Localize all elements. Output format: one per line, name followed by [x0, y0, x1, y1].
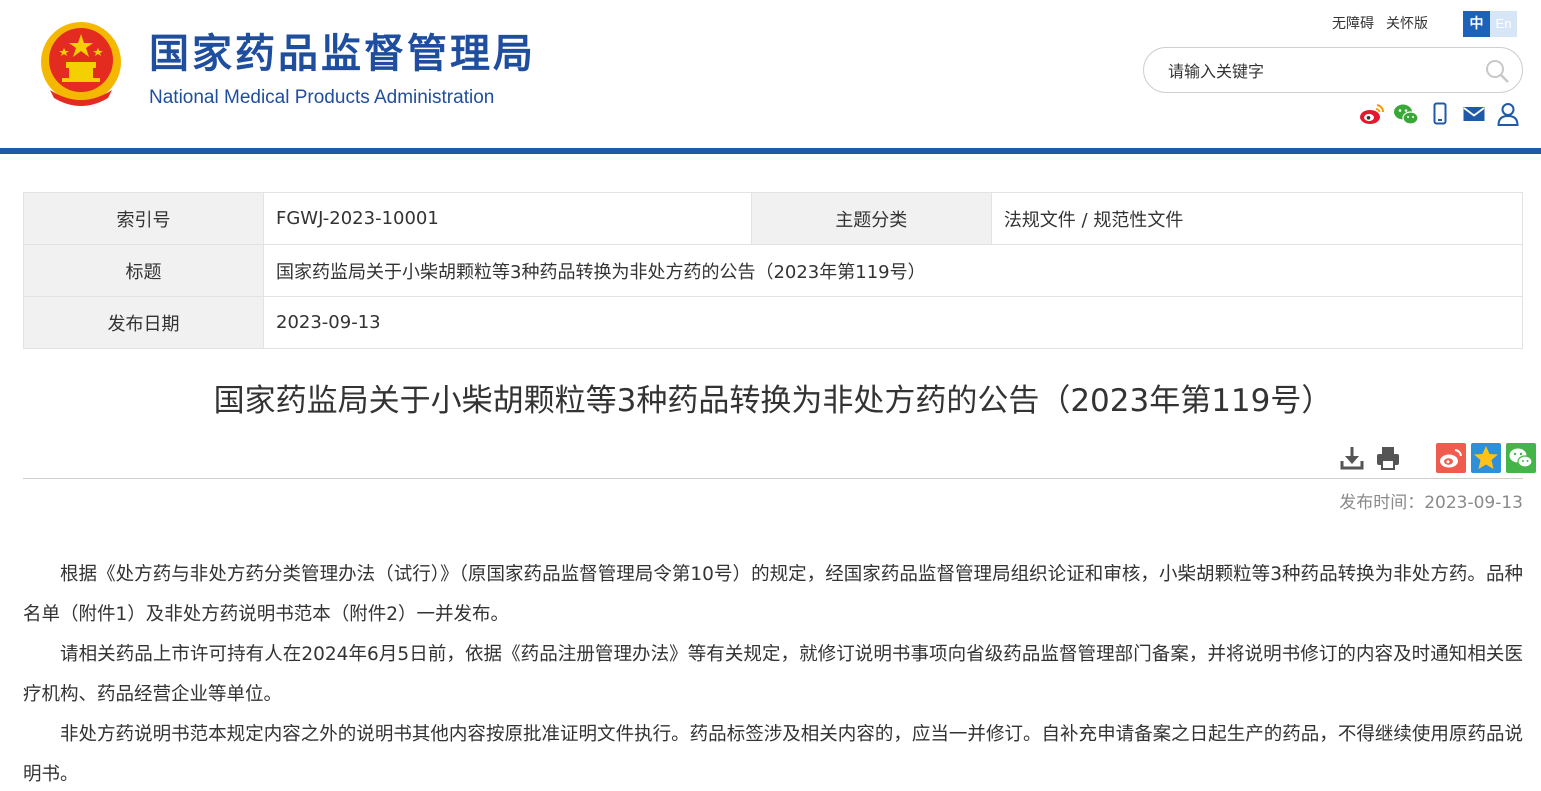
search-input[interactable] — [1168, 58, 1468, 84]
wechat-icon[interactable] — [1393, 101, 1419, 127]
mail-icon[interactable] — [1461, 101, 1487, 127]
header-divider — [0, 148, 1541, 154]
national-emblem-icon[interactable] — [36, 18, 126, 110]
publish-time-value: 2023-09-13 — [1424, 493, 1523, 513]
weibo-icon[interactable] — [1359, 101, 1385, 127]
qzone-share-icon[interactable] — [1471, 443, 1501, 473]
article-paragraph: 请相关药品上市许可持有人在2024年6月5日前，依据《药品注册管理办法》等有关规… — [23, 644, 1523, 705]
title-label: 标题 — [23, 244, 264, 297]
search-box — [1143, 47, 1523, 93]
print-icon[interactable] — [1374, 444, 1402, 472]
user-icon[interactable] — [1495, 101, 1521, 127]
weibo-share-icon[interactable] — [1436, 443, 1466, 473]
index-label: 索引号 — [23, 192, 264, 245]
site-header: 国家药品监督管理局 National Medical Products Admi… — [0, 0, 1541, 148]
social-links — [1359, 100, 1521, 128]
publish-time-label: 发布时间： — [1339, 493, 1425, 513]
accessibility-link[interactable]: 无障碍 — [1332, 16, 1374, 32]
article-content: 根据《处方药与非处方药分类管理办法（试行）》（原国家药品监督管理局令第10号）的… — [23, 555, 1523, 791]
care-mode-link[interactable]: 关怀版 — [1386, 16, 1428, 32]
article-title: 国家药监局关于小柴胡颗粒等3种药品转换为非处方药的公告（2023年第119号） — [213, 383, 1333, 419]
site-subtitle[interactable]: National Medical Products Administration — [149, 86, 494, 110]
lang-en-button[interactable]: En — [1490, 11, 1517, 37]
search-icon[interactable] — [1484, 58, 1510, 84]
article-paragraph: 根据《处方药与非处方药分类管理办法（试行）》（原国家药品监督管理局令第10号）的… — [23, 564, 1523, 625]
mobile-icon[interactable] — [1427, 101, 1453, 127]
tools-spacer — [1410, 444, 1428, 472]
wechat-share-icon[interactable] — [1506, 443, 1536, 473]
publish-time: 发布时间：2023-09-13 — [1300, 491, 1523, 515]
language-switch: 中 En — [1463, 11, 1517, 37]
article-paragraph: 非处方药说明书范本规定内容之外的说明书其他内容按原批准证明文件执行。药品标签涉及… — [23, 724, 1523, 785]
index-value: FGWJ-2023-10001 — [263, 192, 752, 245]
category-value: 法规文件 / 规范性文件 — [990, 192, 1524, 245]
date-label: 发布日期 — [23, 296, 264, 349]
lang-zh-button[interactable]: 中 — [1463, 11, 1490, 37]
article-tools — [1338, 443, 1541, 473]
table-row: 发布日期 2023-09-13 — [23, 296, 1523, 349]
table-row: 标题 国家药监局关于小柴胡颗粒等3种药品转换为非处方药的公告（2023年第119… — [23, 244, 1523, 297]
document-info-table: 索引号 FGWJ-2023-10001 主题分类 法规文件 / 规范性文件 标题… — [23, 192, 1524, 349]
download-icon[interactable] — [1338, 444, 1366, 472]
date-value: 2023-09-13 — [263, 296, 1523, 349]
category-label: 主题分类 — [750, 192, 992, 245]
table-row: 索引号 FGWJ-2023-10001 主题分类 法规文件 / 规范性文件 — [23, 192, 1524, 245]
top-links: 无障碍 关怀版 — [1332, 14, 1440, 34]
title-value: 国家药监局关于小柴胡颗粒等3种药品转换为非处方药的公告（2023年第119号） — [263, 244, 1523, 297]
title-divider — [23, 478, 1523, 479]
site-title[interactable]: 国家药品监督管理局 — [149, 30, 536, 78]
